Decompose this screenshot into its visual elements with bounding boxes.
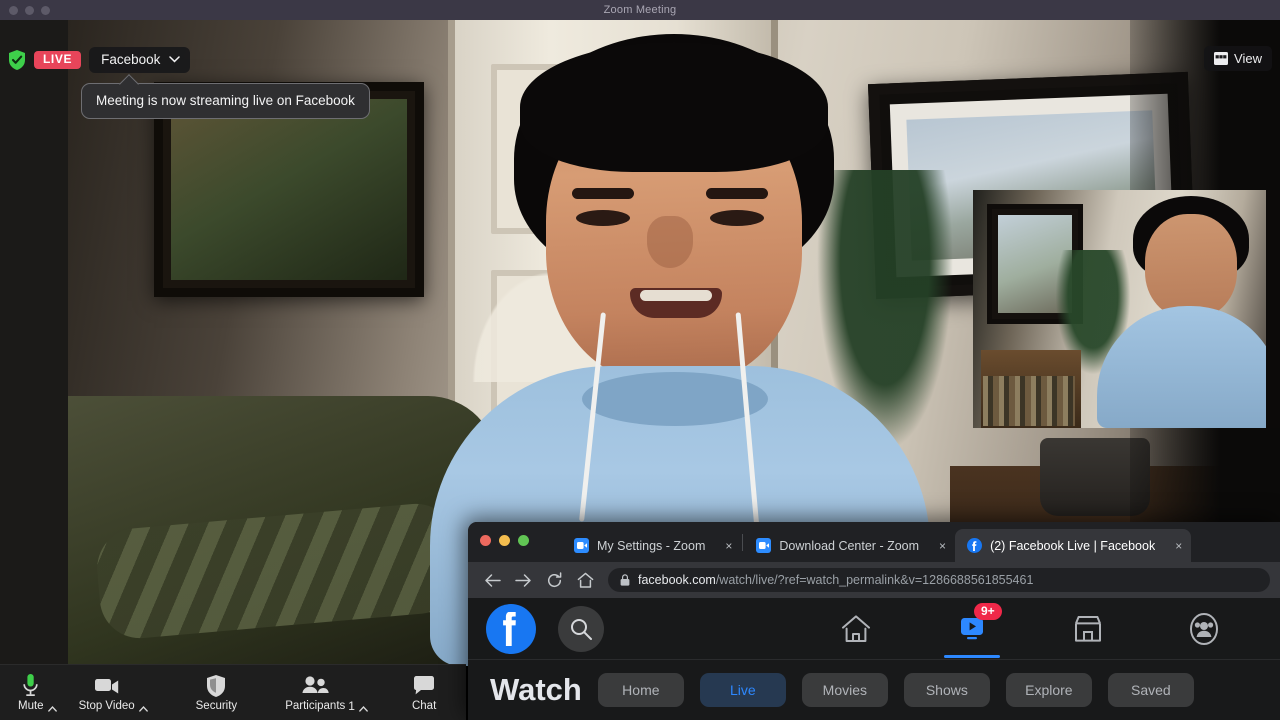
self-view-thumbnail[interactable] [973,190,1280,428]
browser-traffic-lights[interactable] [480,535,529,546]
arrow-left-icon[interactable] [478,566,506,594]
address-bar[interactable]: facebook.com/watch/live/?ref=watch_perma… [608,568,1270,592]
speaker-eye-left [576,210,630,226]
browser-tab-title: (2) Facebook Live | Facebook [990,538,1156,553]
view-button-label: View [1234,51,1262,66]
mute-label: Mute [18,700,44,712]
stop-video-label: Stop Video [78,700,135,712]
close-icon[interactable]: × [1175,539,1182,553]
participants-button[interactable]: Participants [285,665,345,720]
tabs-container: My Settings - Zoom × Download Center - Z… [562,522,1192,562]
wall-art-left-canvas [171,99,407,280]
facebook-navbar: 9+ [468,598,1280,660]
shield-check-icon [8,50,26,70]
facebook-watch-header: Watch Home Live Movies Shows Explore Sav… [468,660,1280,720]
zoom-icon [756,538,772,553]
security-label: Security [195,700,238,712]
self-view-books [983,376,1075,426]
grid-view-icon [1214,52,1229,65]
facebook-nav-watch[interactable]: 9+ [926,601,1018,658]
live-platform-label: Facebook [101,52,161,67]
url-path: /watch/live/?ref=watch_permalink&v=12866… [715,573,1034,587]
speaker-eye-right [710,210,764,226]
stop-video-button[interactable]: Stop Video [79,665,135,720]
chrome-browser-window: My Settings - Zoom × Download Center - Z… [468,522,1280,720]
speaker-hair-front [520,42,828,172]
participants-label: Participants [285,700,346,712]
chat-bubble-icon [412,673,436,697]
live-platform-dropdown[interactable]: Facebook [89,47,191,73]
browser-zoom-button[interactable] [518,535,529,546]
browser-tab-download-center[interactable]: Download Center - Zoom × [744,529,955,562]
zoom-window-titlebar: Zoom Meeting [0,0,1280,20]
watch-pill-home[interactable]: Home [597,673,684,707]
chat-label: Chat [411,700,437,712]
page-title: Watch [490,672,582,707]
zoom-meeting-toolbar: Mute Stop Video Security Participants 1 … [0,664,466,720]
active-tab-underline [944,655,1000,658]
browser-tab-title: Download Center - Zoom [779,538,920,553]
mute-button[interactable]: Mute [18,665,44,720]
close-icon[interactable]: × [725,539,732,553]
chat-button[interactable]: Chat [412,665,436,720]
search-icon[interactable] [558,605,604,652]
browser-tab-facebook-live[interactable]: (2) Facebook Live | Facebook × [955,529,1192,562]
facebook-nav-marketplace[interactable] [1042,601,1134,657]
facebook-nav-groups[interactable] [1158,601,1250,657]
self-view-torso [1097,306,1280,428]
speaker-nose [647,216,693,268]
facebook-nav-tabs: 9+ [798,598,1262,660]
people-icon [301,673,330,697]
url-domain: facebook.com [638,573,716,587]
video-letterbox-left [0,20,68,666]
facebook-page: 9+ Watch Home Live Movies Shows Explore … [468,598,1280,720]
watch-notification-badge: 9+ [974,603,1002,620]
participants-options-caret[interactable] [359,705,368,712]
zoom-meeting-screen: Zoom Meeting LIVE Facebook Meeting is no… [0,0,1280,720]
lock-icon [620,574,630,586]
speaker-mouth [630,288,722,318]
microphone-icon [22,673,39,697]
browser-minimize-button[interactable] [499,535,510,546]
browser-close-button[interactable] [480,535,491,546]
watch-pill-live[interactable]: Live [699,673,786,707]
participants-count: 1 [348,698,355,713]
watch-pill-saved[interactable]: Saved [1107,673,1194,707]
mute-options-caret[interactable] [47,705,57,712]
speaker-collar [582,372,768,426]
security-button[interactable]: Security [195,665,238,720]
speaker-teeth [640,290,712,301]
live-badge: LIVE [34,50,82,70]
watch-pill-explore[interactable]: Explore [1005,673,1092,707]
watch-pill-movies[interactable]: Movies [801,673,888,707]
tab-separator [742,533,744,551]
browser-tab-title: My Settings - Zoom [597,538,706,553]
reload-icon[interactable] [540,566,568,594]
home-icon[interactable] [571,566,599,594]
live-stream-tooltip: Meeting is now streaming live on Faceboo… [81,83,370,119]
video-camera-icon [94,673,120,697]
speaker-brow-left [572,188,634,199]
chevron-down-icon [169,56,181,63]
zoom-icon [574,538,589,553]
facebook-nav-home[interactable] [810,601,902,657]
browser-omnibox-bar: facebook.com/watch/live/?ref=watch_perma… [468,562,1280,598]
arrow-right-icon[interactable] [509,566,537,594]
self-view-edge-shadow [1266,190,1280,428]
browser-tab-my-settings[interactable]: My Settings - Zoom × [562,529,741,562]
address-bar-text: facebook.com/watch/live/?ref=watch_perma… [638,573,1033,587]
speaker-brow-right [706,188,768,199]
live-stream-indicator: LIVE Facebook [8,47,191,73]
watch-pill-shows[interactable]: Shows [903,673,990,707]
facebook-logo-icon[interactable] [486,603,536,654]
close-icon[interactable]: × [939,539,946,553]
self-view-face [1145,214,1237,318]
shield-icon [206,673,226,697]
facebook-icon [967,538,983,553]
browser-tab-strip: My Settings - Zoom × Download Center - Z… [468,522,1280,562]
view-button[interactable]: View [1204,46,1272,71]
video-options-caret[interactable] [138,705,148,712]
window-title: Zoom Meeting [603,4,677,16]
self-view-figure [1091,190,1280,428]
